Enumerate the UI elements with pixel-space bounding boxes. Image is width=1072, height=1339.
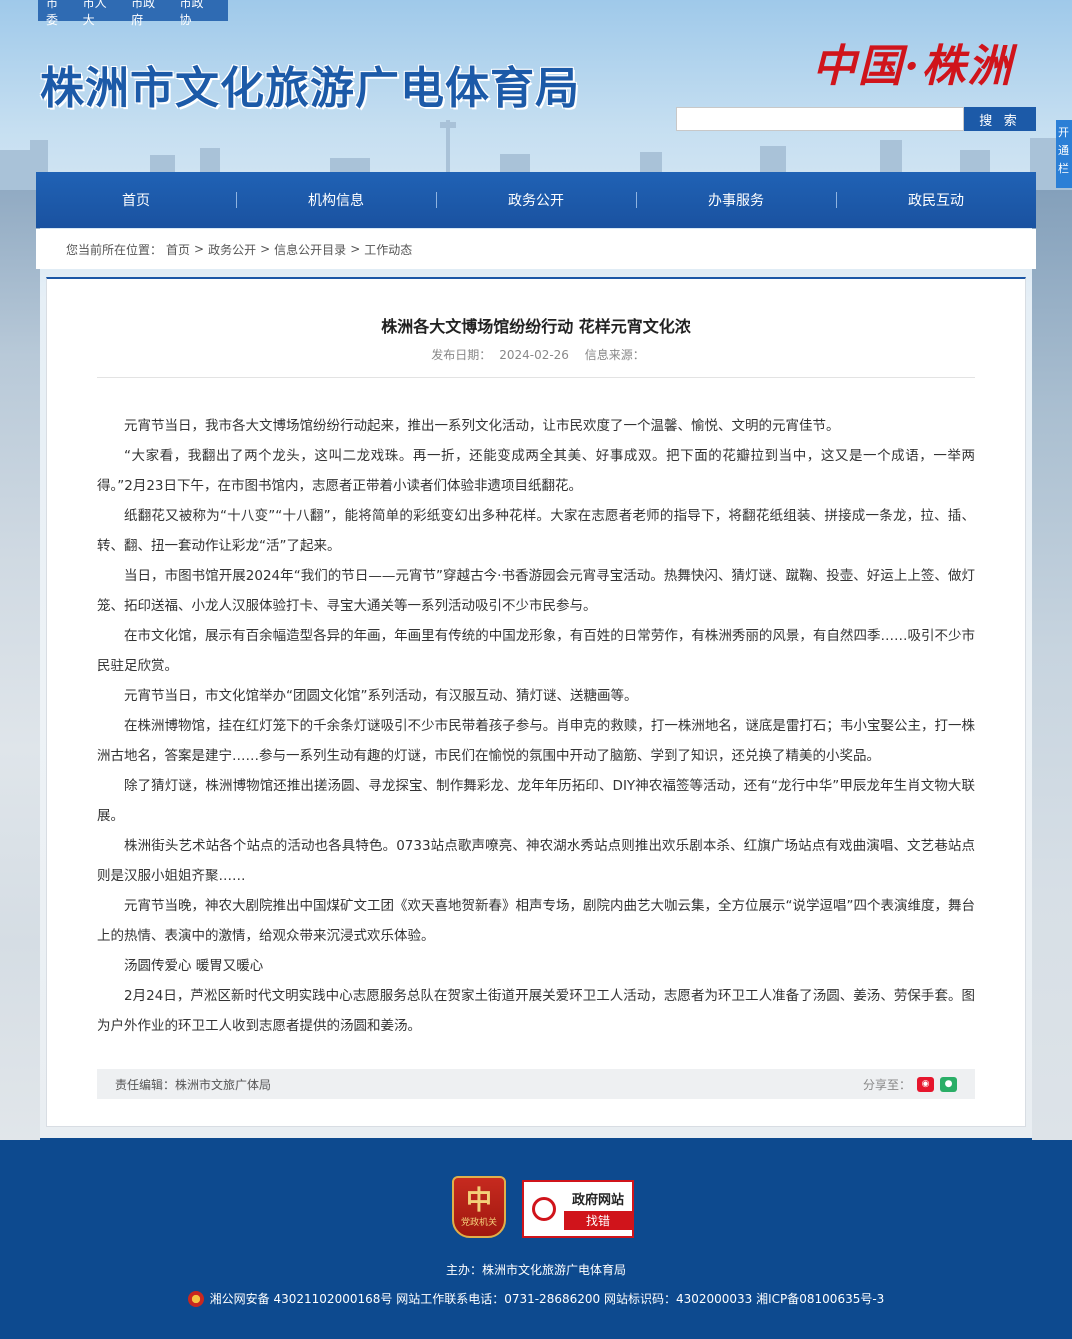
publish-date: 2024-02-26 [499, 348, 569, 362]
title-divider [97, 377, 975, 378]
footer-icp: 湘公网安备 43021102000168号 网站工作联系电话：0731-2868… [0, 1290, 1072, 1307]
gov-badge-text: 政府网站 找错 [564, 1189, 632, 1230]
breadcrumb-catalog[interactable]: 信息公开目录 [274, 241, 346, 258]
police-badge-icon [187, 1290, 204, 1307]
article-container: 株洲各大文博场馆纷纷行动 花样元宵文化浓 发布日期： 2024-02-26 信息来… [46, 277, 1026, 1127]
breadcrumb-work-news[interactable]: 工作动态 [364, 241, 412, 258]
share-area: 分享至： ◉ ● [863, 1076, 957, 1093]
article-paragraph: 元宵节当日，我市各大文博场馆纷纷行动起来，推出一系列文化活动，让市民欢度了一个温… [124, 418, 840, 434]
main-nav: 首页 机构信息 政务公开 办事服务 政民互动 [36, 172, 1036, 228]
link-peoples-congress[interactable]: 市人大 [83, 0, 118, 28]
article-paragraph: “大家看，我翻出了两个龙头，这叫二龙戏珠。再一折，还能变成两全其美、好事成双。把… [97, 448, 975, 494]
breadcrumb-sep: > [194, 242, 205, 256]
article-meta: 发布日期： 2024-02-26 信息来源： [47, 346, 1025, 363]
breadcrumb-sep: > [260, 242, 271, 256]
article-paragraph: 在市文化馆，展示有百余幅造型各异的年画，年画里有传统的中国龙形象，有百姓的日常劳… [97, 628, 975, 674]
article-title: 株洲各大文博场馆纷纷行动 花样元宵文化浓 [381, 317, 691, 336]
date-label-text: 发布日期： [431, 348, 492, 362]
editor-label: 责任编辑：株洲市文旅广体局 [115, 1077, 272, 1092]
article-paragraph: 2月24日，芦淞区新时代文明实践中心志愿服务总队在贺家土街道开展关爱环卫工人活动… [97, 988, 975, 1034]
breadcrumb-home[interactable]: 首页 [166, 241, 190, 258]
search-input[interactable] [676, 107, 964, 131]
article-footer-bar: 责任编辑：株洲市文旅广体局 分享至： ◉ ● [97, 1069, 975, 1099]
source-label: 信息来源： [584, 348, 645, 362]
nav-services[interactable]: 办事服务 [636, 172, 836, 228]
article-paragraph: 除了猜灯谜，株洲博物馆还推出搓汤圆、寻龙探宝、制作舞彩龙、龙年年历拓印、DIY神… [97, 778, 975, 824]
article-paragraph: 株洲街头艺术站各个站点的活动也各具特色。0733站点歌声嘹亮、神农湖水秀站点则推… [97, 838, 975, 884]
gov-badge-line1: 政府网站 [571, 1192, 624, 1208]
party-badge-label: 党政机关 [460, 1217, 497, 1228]
nav-org-info[interactable]: 机构信息 [236, 172, 436, 228]
gov-website-error-report-badge[interactable]: 政府网站 找错 [522, 1180, 634, 1238]
breadcrumb-gov-affairs[interactable]: 政务公开 [208, 241, 256, 258]
link-city-government[interactable]: 市政府 [131, 0, 166, 28]
nav-interaction[interactable]: 政民互动 [836, 172, 1036, 228]
party-gov-agency-badge[interactable]: 中 党政机关 [452, 1176, 506, 1238]
china-zhuzhou-logo: 中国·株洲 [812, 41, 1014, 92]
magnifier-icon [524, 1182, 564, 1236]
background-buildings-right [1032, 160, 1072, 1140]
article-paragraph: 当日，市图书馆开展2024年“我们的节日——元宵节”穿越古今·书香游园会元宵寻宝… [97, 568, 975, 614]
breadcrumb-sep: > [350, 242, 361, 256]
footer-sponsor: 主办：株洲市文化旅游广电体育局 [445, 1263, 626, 1277]
wechat-share-icon[interactable]: ● [940, 1076, 957, 1092]
link-party-committee[interactable]: 市委 [46, 0, 70, 28]
breadcrumb: 您当前所在位置： 首页 > 政务公开 > 信息公开目录 > 工作动态 [36, 229, 1036, 269]
gov-badge-line2: 找错 [564, 1210, 632, 1230]
nav-home[interactable]: 首页 [36, 172, 236, 228]
article-paragraph: 元宵节当晚，神农大剧院推出中国煤矿文工团《欢天喜地贺新春》相声专场，剧院内曲艺大… [97, 898, 975, 944]
party-badge-char: 中 [465, 1185, 492, 1216]
date-label: 发布日期： 2024-02-26 [427, 348, 573, 362]
side-floating-tab[interactable]: 开通栏 [1056, 120, 1072, 188]
site-title: 株洲市文化旅游广电体育局 [40, 63, 580, 114]
background-buildings-left [0, 160, 40, 1140]
footer-icp-text[interactable]: 湘公网安备 43021102000168号 网站工作联系电话：0731-2868… [210, 1290, 885, 1307]
breadcrumb-label: 您当前所在位置： [66, 242, 163, 257]
article-paragraph: 元宵节当日，市文化馆举办“团圆文化馆”系列活动，有汉服互动、猜灯谜、送糖画等。 [124, 688, 638, 704]
article-body: 元宵节当日，我市各大文博场馆纷纷行动起来，推出一系列文化活动，让市民欢度了一个温… [97, 411, 975, 1041]
article-paragraph: 在株洲博物馆，挂在红灯笼下的千余条灯谜吸引不少市民带着孩子参与。肖申克的救赎，打… [97, 718, 975, 764]
weibo-share-icon[interactable]: ◉ [917, 1076, 934, 1092]
link-cppcc[interactable]: 市政协 [180, 0, 215, 28]
search-button[interactable]: 搜 索 [964, 107, 1036, 131]
article-subheading: 汤圆传爱心 暖胃又暖心 [124, 958, 264, 974]
article-paragraph: 纸翻花又被称为“十八变”“十八翻”，能将简单的彩纸变幻出多种花样。大家在志愿者老… [97, 508, 975, 554]
nav-gov-affairs[interactable]: 政务公开 [436, 172, 636, 228]
top-link-bar: 市委 市人大 市政府 市政协 [38, 0, 228, 27]
share-label: 分享至： [862, 1077, 911, 1092]
